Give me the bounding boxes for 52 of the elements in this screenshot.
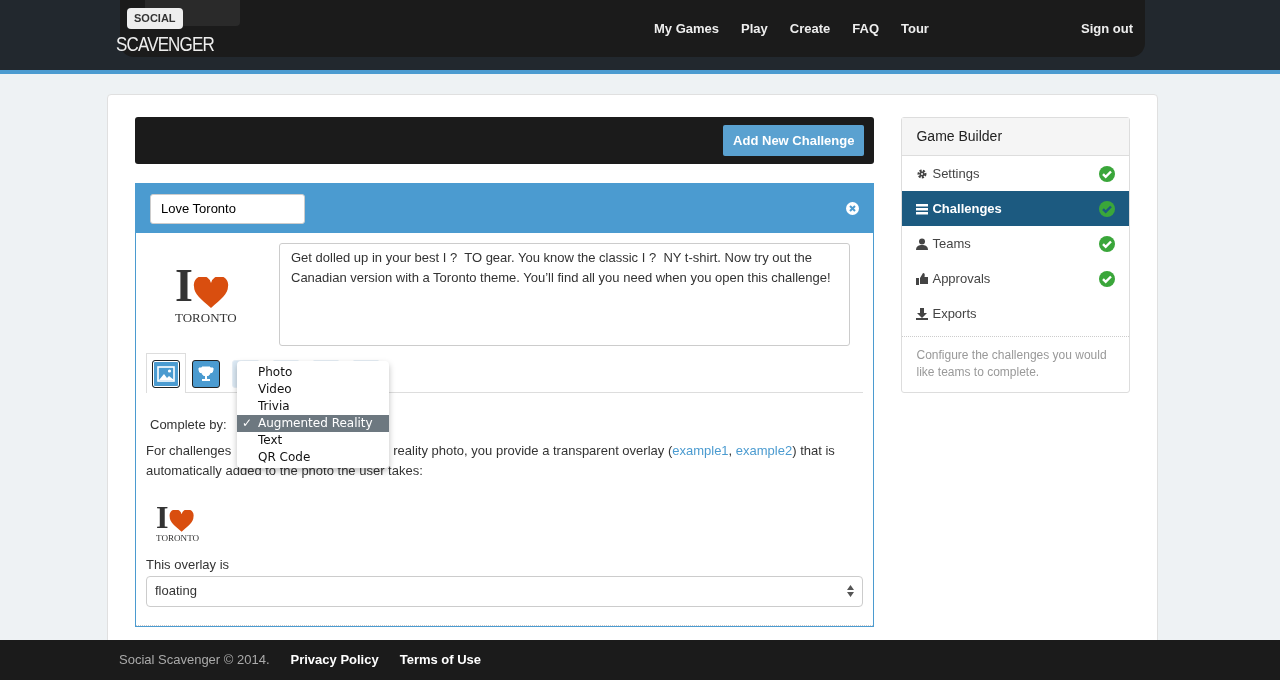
logo-wordmark: SCAVENGER [116,32,214,57]
heart-icon [168,510,194,533]
sidebar-label: Challenges [932,199,1002,218]
sidebar-label: Approvals [932,269,991,288]
sidebar-item[interactable]: Challenges [902,191,1129,226]
download-icon [916,307,929,320]
logo-badge: SOCIAL [127,8,183,29]
sidebar-label: Teams [932,234,971,253]
nav-link[interactable]: Play [730,18,779,39]
person-icon [916,237,929,250]
trophy-icon [192,360,220,388]
select-arrows-icon [847,585,855,598]
footer-link[interactable]: Privacy Policy [290,650,379,670]
logo-word: TORONTO [156,534,200,544]
image-icon [152,360,180,388]
settings-icon [916,167,929,180]
thumbs-up-icon [916,272,929,285]
nav-link[interactable]: Create [778,18,842,39]
close-icon[interactable] [846,202,860,215]
sidebar-item[interactable]: Settings [902,156,1129,191]
nav-link[interactable]: Tour [890,18,940,39]
sidebar-note: Configure the challenges you would like teams to complete. [902,336,1129,392]
sign-out-link[interactable]: Sign out [1070,18,1144,39]
logo-word: TORONTO [175,311,237,324]
logo-letter: I [156,500,169,533]
challenge-title-field[interactable]: Love Toronto [150,193,305,224]
list-icon [916,202,929,215]
sidebar-item[interactable]: Teams [902,226,1129,261]
sidebar-label: Exports [932,304,977,323]
overlay-select[interactable]: floating [146,575,864,607]
help-text: reality photo, you provide a transparent overlay (example1, example2) that is [393,441,835,460]
menu-item[interactable]: QR Code [237,449,389,466]
sidebar-title: Game Builder [902,118,1129,156]
menu-item[interactable]: Text [237,432,389,449]
overlay-label: This overlay is [146,556,231,575]
menu-item[interactable]: ✓ Augmented Reality [237,415,389,432]
menu-item[interactable]: Video [237,381,389,398]
description-field[interactable]: Get dolled up in your best I ? TO gear. You know the classic I ? NY t-shirt. Now try out the Canadian version with a Toronto theme. You’ll find all you need when you open this challenge! [279,243,850,346]
sidebar-item[interactable]: Approvals [902,261,1129,296]
nav-link[interactable]: FAQ [841,18,890,39]
menu-item[interactable]: Photo [237,364,389,381]
tab[interactable] [146,353,186,393]
sidebar-label: Settings [932,164,980,183]
nav-link[interactable]: My Games [643,18,731,39]
logo-letter: I [175,263,193,309]
heart-icon [192,277,229,309]
menu-item[interactable]: Trivia [237,398,389,415]
complete-by-label: Complete by: [150,416,227,434]
footer-link[interactable]: Terms of Use [399,650,482,670]
sidebar-item[interactable]: Exports [902,296,1129,331]
copyright-text: Social Scavenger © 2014. [119,651,270,670]
help-text: For challenges [146,441,232,460]
